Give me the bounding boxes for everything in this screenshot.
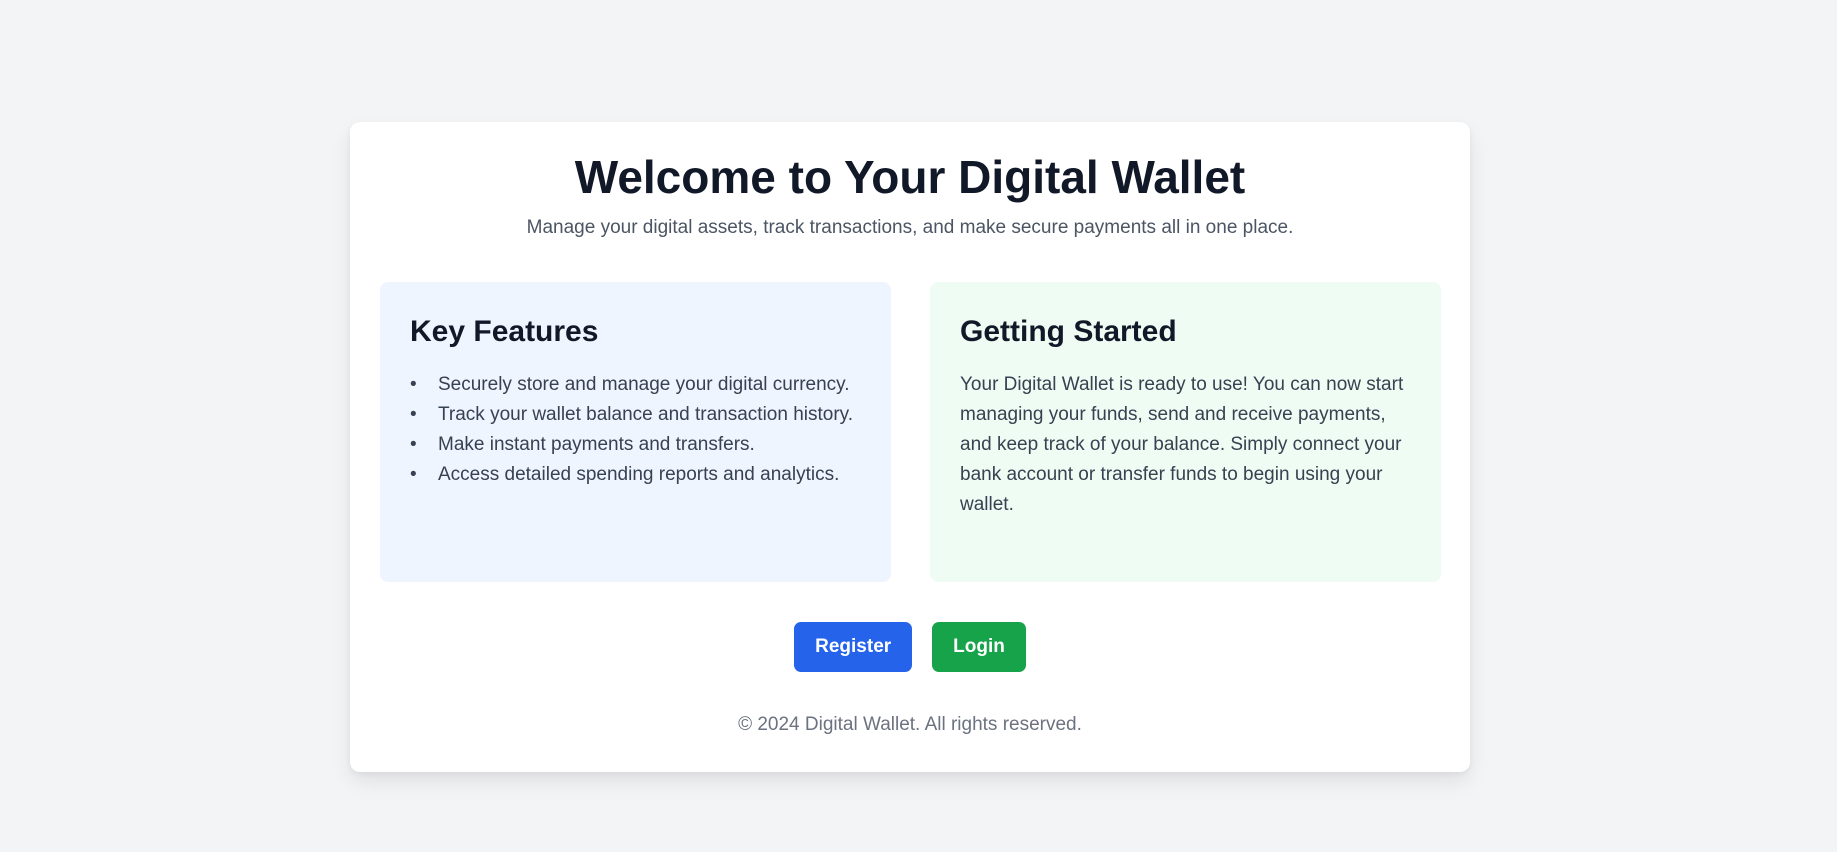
list-item: • Access detailed spending reports and an… [410, 460, 861, 490]
getting-started-panel: Getting Started Your Digital Wallet is r… [930, 282, 1441, 582]
key-features-panel: Key Features • Securely store and manage … [380, 282, 891, 582]
getting-started-heading: Getting Started [960, 315, 1177, 348]
page-title: Welcome to Your Digital Wallet [574, 151, 1246, 203]
list-item-text: Access detailed spending reports and ana… [438, 464, 840, 485]
list-item-text: Track your wallet balance and transactio… [438, 404, 854, 425]
bullet-icon: • [410, 434, 417, 455]
login-button[interactable]: Login [932, 622, 1026, 672]
page-subtitle: Manage your digital assets, track transa… [526, 217, 1294, 238]
bullet-icon: • [410, 464, 417, 485]
list-item: • Track your wallet balance and transacti… [410, 400, 861, 430]
list-item-text: Make instant payments and transfers. [438, 434, 755, 455]
list-item: • Securely store and manage your digital … [410, 370, 861, 400]
footer-copyright: © 2024 Digital Wallet. All rights reserv… [738, 714, 1082, 735]
bullet-icon: • [410, 404, 417, 425]
action-buttons: Register Login [350, 622, 1470, 672]
list-item-text: Securely store and manage your digital c… [438, 374, 850, 395]
features-list: • Securely store and manage your digital … [410, 370, 861, 490]
key-features-heading: Key Features [410, 315, 599, 348]
getting-started-text: Your Digital Wallet is ready to use! You… [960, 374, 1404, 515]
welcome-card: Welcome to Your Digital Wallet Manage yo… [350, 122, 1470, 772]
bullet-icon: • [410, 374, 417, 395]
register-button[interactable]: Register [794, 622, 913, 672]
list-item: • Make instant payments and transfers. [410, 430, 861, 460]
